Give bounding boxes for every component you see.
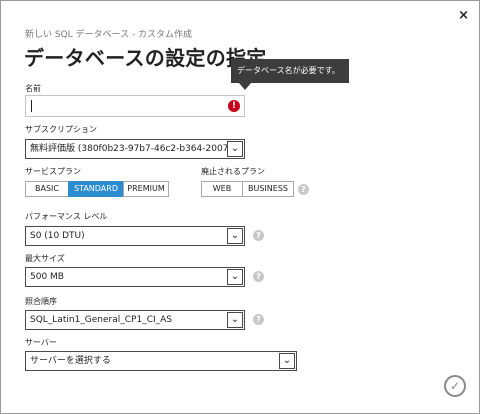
chevron-down-icon[interactable]: ⌄	[227, 269, 243, 285]
collation-value: SQL_Latin1_General_CP1_CI_AS	[30, 315, 173, 325]
plan-business-button[interactable]: BUSINESS	[242, 181, 294, 197]
chevron-down-icon[interactable]: ⌄	[227, 312, 243, 328]
server-select[interactable]: サーバーを選択する ⌄	[25, 351, 297, 371]
performance-level-label: パフォーマンス レベル	[25, 212, 108, 221]
text-caret	[31, 100, 32, 112]
close-icon[interactable]: ×	[458, 8, 469, 23]
chevron-down-icon[interactable]: ⌄	[227, 141, 243, 157]
plan-basic-button[interactable]: BASIC	[25, 181, 69, 197]
error-icon: !	[228, 100, 240, 112]
max-size-label: 最大サイズ	[25, 254, 65, 263]
help-icon[interactable]: ?	[298, 184, 309, 195]
max-size-value: 500 MB	[30, 272, 64, 282]
help-icon[interactable]: ?	[253, 314, 264, 325]
chevron-down-icon[interactable]: ⌄	[279, 353, 295, 369]
collation-label: 照合順序	[25, 297, 57, 306]
collation-input[interactable]: SQL_Latin1_General_CP1_CI_AS ⌄	[25, 310, 245, 330]
checkmark-icon[interactable]: ✓	[444, 375, 466, 397]
performance-level-value: S0 (10 DTU)	[30, 231, 85, 241]
plan-premium-button[interactable]: PREMIUM	[123, 181, 169, 197]
performance-level-select[interactable]: S0 (10 DTU) ⌄	[25, 226, 245, 246]
breadcrumb: 新しい SQL データベース - カスタム作成	[25, 30, 193, 40]
help-icon[interactable]: ?	[253, 230, 264, 241]
server-label: サーバー	[25, 338, 57, 347]
service-plan-label: サービスプラン	[25, 167, 81, 176]
retired-plan-label: 廃止されるプラン	[201, 167, 265, 176]
database-name-input[interactable]: !	[25, 95, 245, 117]
plan-standard-button[interactable]: STANDARD	[68, 181, 124, 197]
chevron-down-icon[interactable]: ⌄	[227, 228, 243, 244]
max-size-select[interactable]: 500 MB ⌄	[25, 267, 245, 287]
service-plan-selector: BASIC STANDARD PREMIUM	[25, 181, 169, 197]
validation-tooltip: データベース名が必要です。	[231, 59, 349, 90]
retired-plan-selector: WEB BUSINESS	[201, 181, 294, 197]
create-database-dialog: × 新しい SQL データベース - カスタム作成 データベースの設定の指定 デ…	[0, 0, 480, 414]
server-value: サーバーを選択する	[30, 356, 111, 366]
subscription-select[interactable]: 無料評価版 (380f0b23-97b7-46c2-b364-20076a ⌄	[25, 139, 245, 159]
name-label: 名前	[25, 84, 41, 93]
plan-web-button[interactable]: WEB	[201, 181, 243, 197]
help-icon[interactable]: ?	[253, 271, 264, 282]
subscription-value: 無料評価版 (380f0b23-97b7-46c2-b364-20076a	[30, 144, 240, 154]
subscription-label: サブスクリプション	[25, 125, 97, 134]
